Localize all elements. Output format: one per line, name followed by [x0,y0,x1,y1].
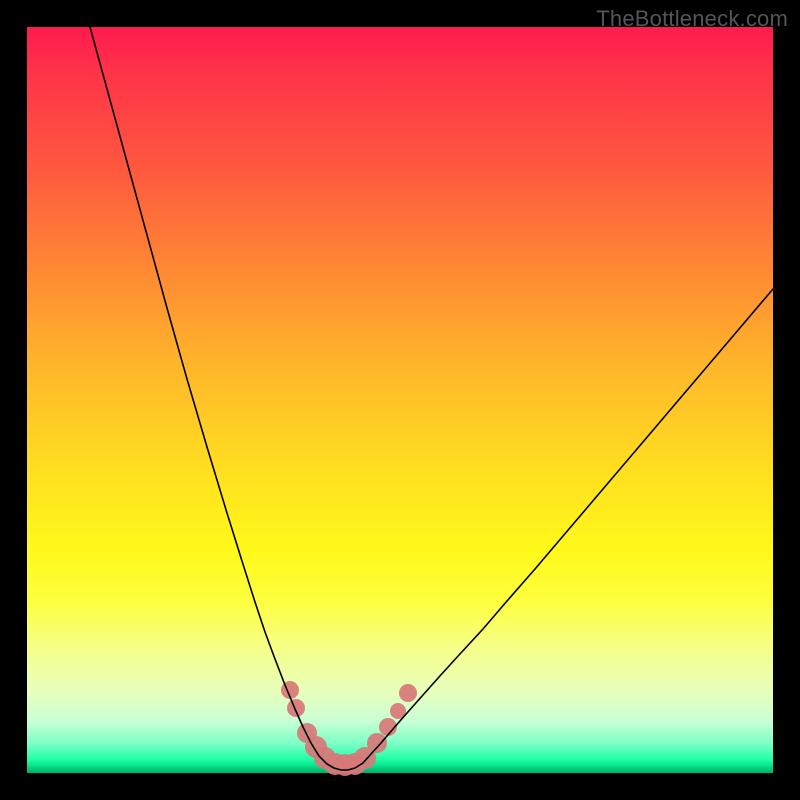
chart-plot-area [27,27,773,773]
chart-frame: TheBottleneck.com [0,0,800,800]
highlight-dot [367,733,387,753]
left-curve-line [90,27,327,764]
highlight-dot [287,699,305,717]
chart-svg [27,27,773,773]
highlight-dots-group [281,681,417,776]
right-curve-line [363,289,773,763]
highlight-dot [399,684,417,702]
